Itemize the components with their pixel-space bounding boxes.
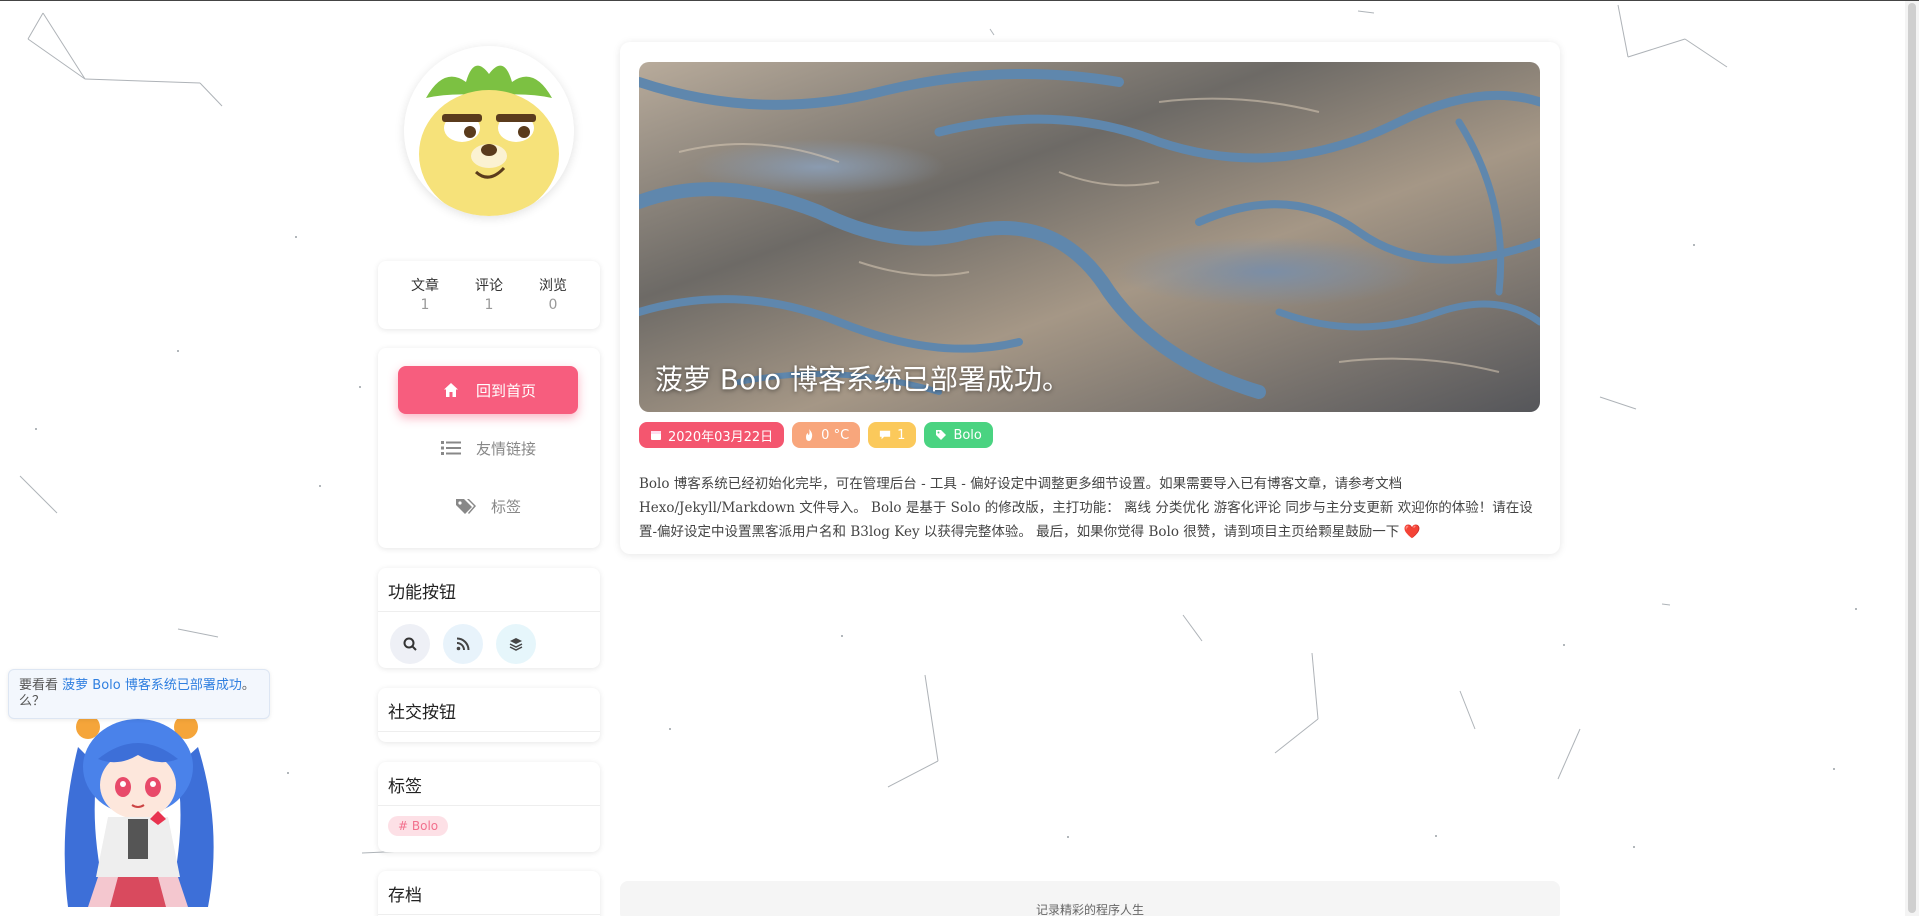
tags-icon <box>455 495 477 517</box>
stat-label: 文章 <box>411 278 439 294</box>
tag-icon <box>935 429 947 441</box>
layers-button[interactable] <box>496 624 536 664</box>
mascot-girl-icon <box>64 715 214 907</box>
mascot-speech-bubble: 要看看 菠萝 Bolo 博客系统已部署成功。么？ <box>8 669 270 719</box>
tags-title: 标签 <box>378 762 600 806</box>
nav-tags-label: 标签 <box>490 497 521 516</box>
nav-links-label: 友情链接 <box>475 439 536 458</box>
nav-home-label: 回到首页 <box>475 381 536 400</box>
comment-count: 1 <box>897 427 906 443</box>
nav-card: 回到首页 友情链接 标签 <box>378 348 600 548</box>
article-title[interactable]: 菠萝 Bolo 博客系统已部署成功。 <box>655 358 1070 398</box>
archive-card: 存档 <box>378 871 600 916</box>
stat-articles[interactable]: 文章 1 <box>407 275 443 329</box>
nav-home[interactable]: 回到首页 <box>398 366 578 414</box>
stat-views[interactable]: 浏览 0 <box>535 275 571 329</box>
layers-icon <box>509 638 523 651</box>
stat-label: 浏览 <box>539 278 567 294</box>
home-icon <box>440 379 462 401</box>
function-card: 功能按钮 <box>378 568 600 668</box>
tag-chip-bolo[interactable]: # Bolo <box>388 816 449 836</box>
search-icon <box>403 637 417 651</box>
footer: 记录精彩的程序人生 <box>620 881 1560 916</box>
social-card: 社交按钮 <box>378 688 600 742</box>
tag-chip[interactable]: Bolo <box>924 422 993 448</box>
rss-button[interactable] <box>443 624 483 664</box>
search-button[interactable] <box>390 624 430 664</box>
date-text: 2020年03月22日 <box>668 429 774 445</box>
heat-chip[interactable]: 0 °C <box>792 422 861 448</box>
pineapple-avatar-icon <box>404 46 574 216</box>
nav-links[interactable]: 友情链接 <box>398 424 578 472</box>
stat-label: 评论 <box>475 278 503 294</box>
archive-title: 存档 <box>378 871 600 915</box>
rss-icon <box>456 637 470 651</box>
function-title: 功能按钮 <box>378 568 600 612</box>
tag-text: Bolo <box>953 427 982 443</box>
article-excerpt: Bolo 博客系统已经初始化完毕，可在管理后台 - 工具 - 偏好设定中调整更多… <box>639 476 1533 540</box>
article-cover-image[interactable]: 菠萝 Bolo 博客系统已部署成功。 <box>639 62 1540 412</box>
page-scrollbar[interactable] <box>1905 1 1919 916</box>
comment-icon <box>879 429 891 441</box>
nav-tags[interactable]: 标签 <box>398 482 578 530</box>
comment-chip[interactable]: 1 <box>868 422 917 448</box>
stats-card: 文章 1 评论 1 浏览 0 <box>378 261 600 329</box>
bubble-prefix: 要看看 <box>19 678 63 693</box>
live2d-mascot[interactable] <box>48 707 238 916</box>
article-card: 菠萝 Bolo 博客系统已部署成功。 2020年03月22日 0 °C 1 Bo… <box>620 42 1560 554</box>
calendar-icon <box>650 429 662 441</box>
list-icon <box>440 437 462 459</box>
avatar[interactable] <box>404 46 574 216</box>
stat-value: 0 <box>548 297 558 313</box>
date-chip[interactable]: 2020年03月22日 <box>639 422 785 448</box>
footer-text: 记录精彩的程序人生 <box>1035 903 1144 916</box>
social-title: 社交按钮 <box>378 688 600 732</box>
stat-value: 1 <box>420 297 430 313</box>
tags-card: 标签 # Bolo <box>378 762 600 852</box>
function-buttons <box>378 612 600 676</box>
scrollbar-thumb[interactable] <box>1908 3 1916 913</box>
bubble-article-link[interactable]: 菠萝 Bolo 博客系统已部署成功 <box>62 678 242 693</box>
article-meta: 2020年03月22日 0 °C 1 Bolo <box>639 422 993 448</box>
stat-value: 1 <box>484 297 494 313</box>
fire-icon <box>803 429 815 441</box>
stat-comments[interactable]: 评论 1 <box>471 275 507 329</box>
heat-text: 0 °C <box>821 427 850 443</box>
